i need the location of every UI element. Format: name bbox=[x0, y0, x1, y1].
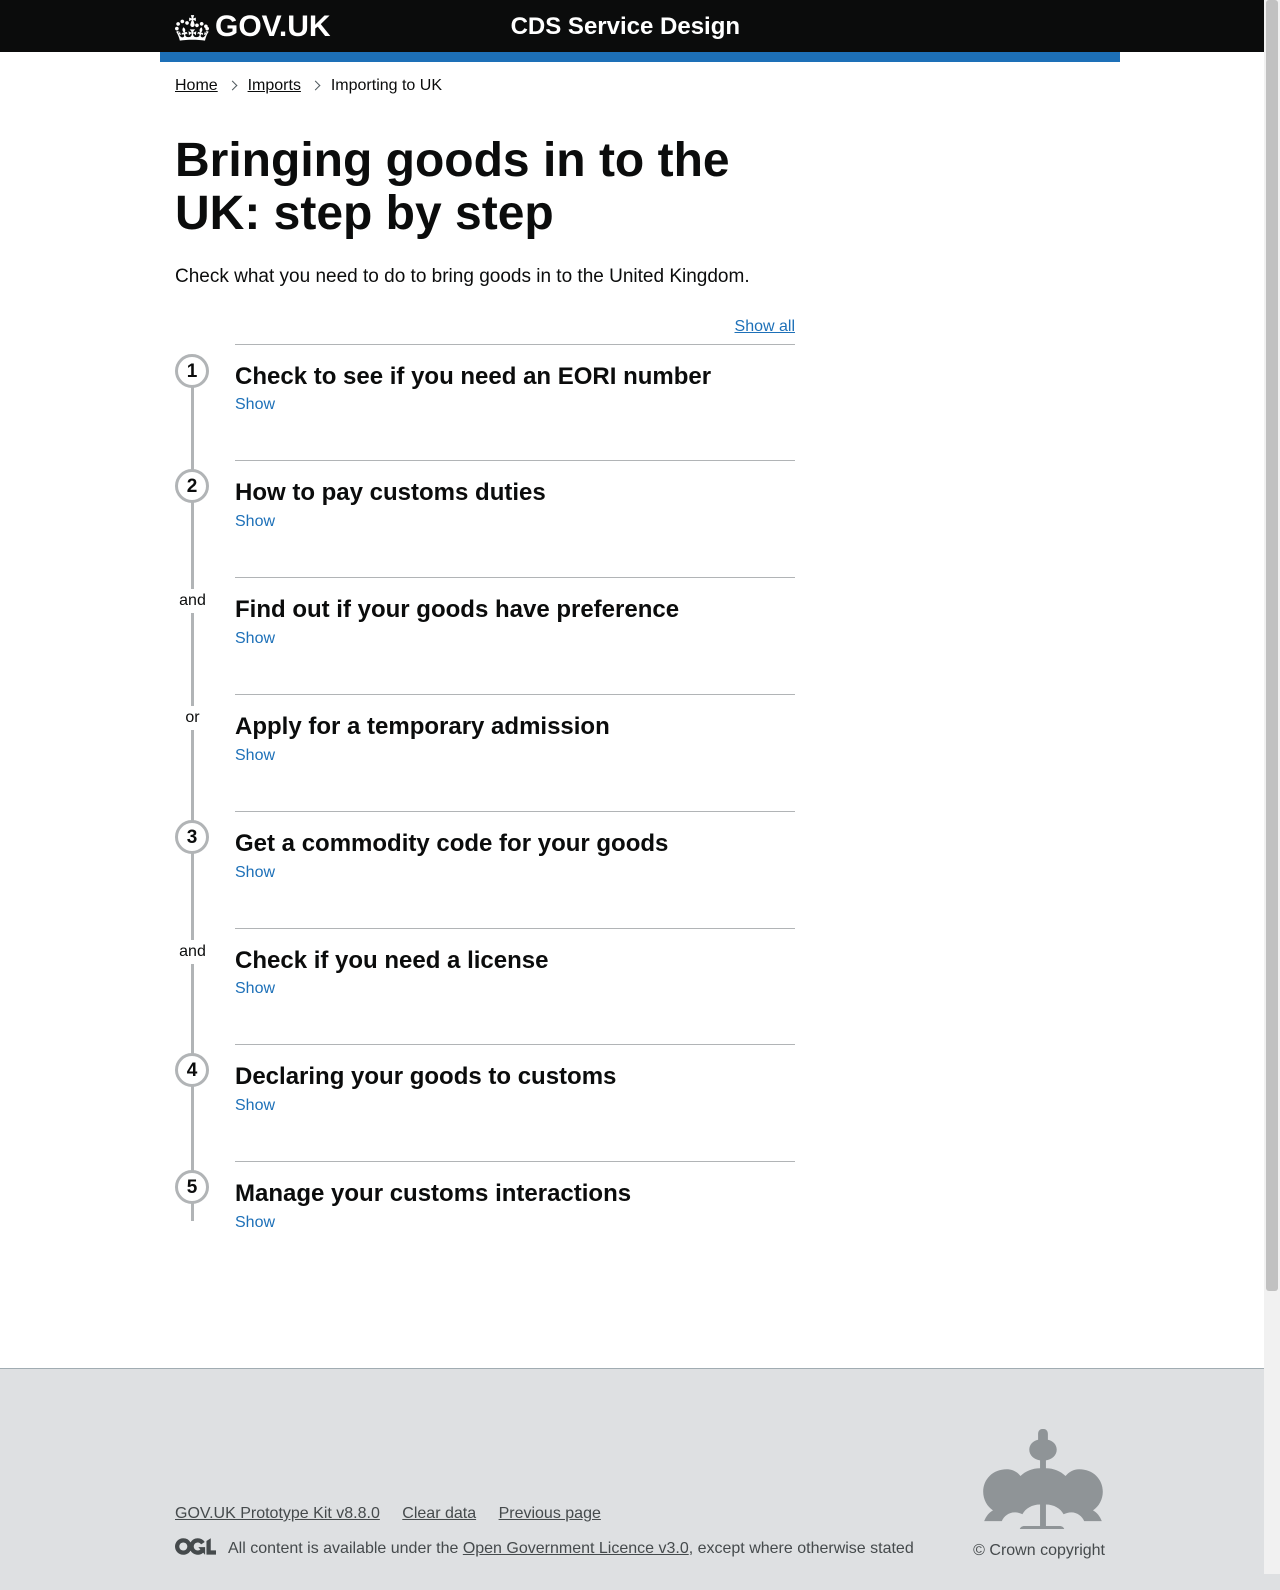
chevron-right-icon bbox=[311, 81, 321, 91]
page-title: Bringing goods in to the UK: step by ste… bbox=[175, 135, 795, 241]
page-intro: Check what you need to do to bring goods… bbox=[175, 266, 795, 288]
step-number: 1 bbox=[175, 354, 209, 388]
step-logic: or bbox=[175, 706, 210, 730]
ogl-icon bbox=[175, 1538, 216, 1560]
step: 4 Declaring your goods to customs Show bbox=[175, 1044, 795, 1161]
scrollbar[interactable] bbox=[1264, 0, 1280, 1574]
step-show-toggle[interactable]: Show bbox=[235, 1214, 275, 1231]
chevron-right-icon bbox=[228, 81, 238, 91]
step-title[interactable]: How to pay customs duties bbox=[235, 479, 795, 508]
header-blue-bar bbox=[160, 52, 1120, 62]
step-title[interactable]: Check if you need a license bbox=[235, 947, 795, 976]
footer-link-prototype-kit[interactable]: GOV.UK Prototype Kit v8.8.0 bbox=[175, 1505, 380, 1522]
breadcrumb-link-imports[interactable]: Imports bbox=[248, 77, 301, 94]
step-number: 5 bbox=[175, 1170, 209, 1204]
step: 1 Check to see if you need an EORI number… bbox=[175, 345, 795, 461]
step-title[interactable]: Declaring your goods to customs bbox=[235, 1063, 795, 1092]
step-show-toggle[interactable]: Show bbox=[235, 513, 275, 530]
main-content: Bringing goods in to the UK: step by ste… bbox=[175, 135, 795, 1278]
step-show-toggle[interactable]: Show bbox=[235, 630, 275, 647]
copyright-text: © Crown copyright bbox=[973, 1542, 1105, 1560]
crown-icon bbox=[175, 10, 210, 44]
ogl-link[interactable]: Open Government Licence v3.0 bbox=[463, 1540, 689, 1557]
step-number: 2 bbox=[175, 469, 209, 503]
step-title[interactable]: Find out if your goods have preference bbox=[235, 596, 795, 625]
step-logic: and bbox=[175, 940, 210, 964]
step-title[interactable]: Apply for a temporary admission bbox=[235, 713, 795, 742]
service-name: CDS Service Design bbox=[511, 13, 740, 41]
step-show-toggle[interactable]: Show bbox=[235, 1097, 275, 1114]
licence-text: All content is available under the Open … bbox=[228, 1540, 914, 1558]
step-show-toggle[interactable]: Show bbox=[235, 864, 275, 881]
step: and Find out if your goods have preferenc… bbox=[175, 577, 795, 694]
govuk-logo-text: GOV.UK bbox=[215, 10, 331, 44]
step-show-toggle[interactable]: Show bbox=[235, 980, 275, 997]
royal-coat-of-arms-icon bbox=[973, 1429, 1105, 1534]
step: 2 How to pay customs duties Show bbox=[175, 460, 795, 577]
footer-link-clear-data[interactable]: Clear data bbox=[402, 1505, 476, 1522]
govuk-logo-link[interactable]: GOV.UK bbox=[175, 10, 331, 44]
step: or Apply for a temporary admission Show bbox=[175, 694, 795, 811]
breadcrumb-current: Importing to UK bbox=[331, 77, 442, 94]
step-title[interactable]: Manage your customs interactions bbox=[235, 1180, 795, 1209]
step: 5 Manage your customs interactions Show bbox=[175, 1161, 795, 1278]
site-header: GOV.UK CDS Service Design bbox=[0, 0, 1280, 52]
step-number: 4 bbox=[175, 1053, 209, 1087]
step-number: 3 bbox=[175, 820, 209, 854]
breadcrumb-link-home[interactable]: Home bbox=[175, 77, 218, 94]
step-show-toggle[interactable]: Show bbox=[235, 396, 275, 413]
step: and Check if you need a license Show bbox=[175, 928, 795, 1045]
step-title[interactable]: Get a commodity code for your goods bbox=[235, 830, 795, 859]
step-title[interactable]: Check to see if you need an EORI number bbox=[235, 363, 795, 392]
footer-link-previous-page[interactable]: Previous page bbox=[499, 1505, 601, 1522]
step-logic: and bbox=[175, 589, 210, 613]
breadcrumb: Home Imports Importing to UK bbox=[175, 62, 1105, 105]
step-show-toggle[interactable]: Show bbox=[235, 747, 275, 764]
step: 3 Get a commodity code for your goods Show bbox=[175, 811, 795, 928]
site-footer: GOV.UK Prototype Kit v8.8.0 Clear data P… bbox=[0, 1368, 1280, 1590]
show-all-link[interactable]: Show all bbox=[735, 318, 795, 335]
step-nav: Show all 1 Check to see if you need an EO… bbox=[175, 318, 795, 1278]
footer-links: GOV.UK Prototype Kit v8.8.0 Clear data P… bbox=[175, 1505, 914, 1523]
